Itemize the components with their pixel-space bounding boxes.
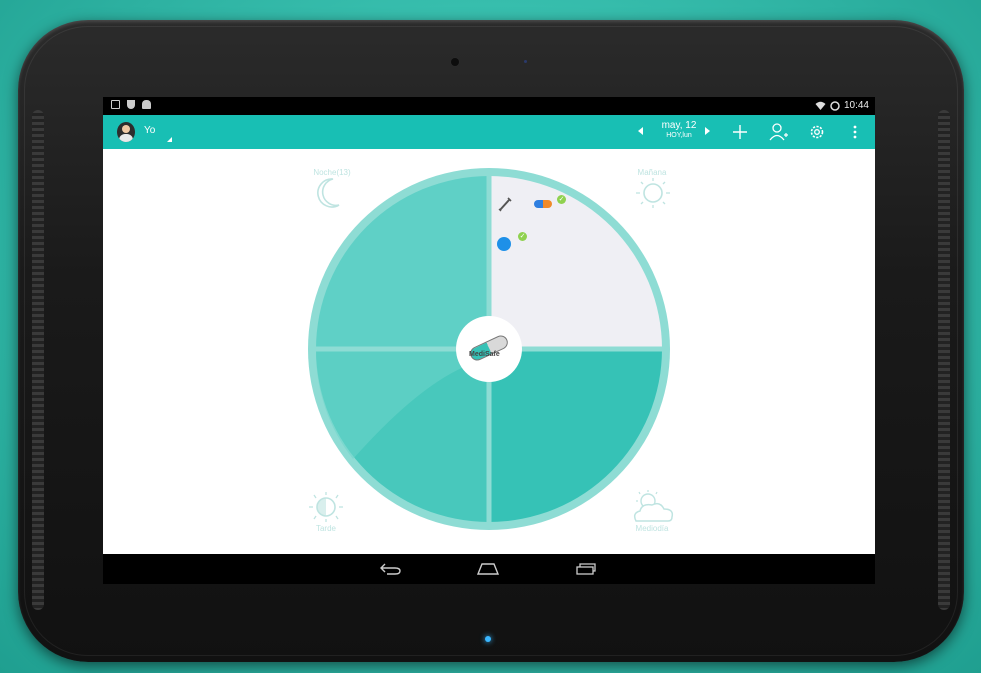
add-person-button[interactable] xyxy=(768,121,790,143)
evening-label: Tarde xyxy=(315,524,336,533)
moon-icon xyxy=(317,178,340,208)
home-button[interactable] xyxy=(476,561,500,577)
logo-text: MediSafe xyxy=(469,351,500,358)
nav-bar xyxy=(103,554,875,584)
date-label: may, 12 xyxy=(661,120,697,131)
syringe-icon[interactable] xyxy=(497,196,513,212)
screen: 10:44 Yo may, 12 HOY,lun MediSafe ✓ ✓ No… xyxy=(103,97,875,584)
settings-icon xyxy=(810,125,824,139)
light-sensor xyxy=(524,60,527,63)
round-pill-icon[interactable] xyxy=(497,237,511,251)
check-badge: ✓ xyxy=(557,195,566,204)
right-speaker-grille xyxy=(938,110,950,610)
back-button[interactable] xyxy=(378,561,402,577)
front-camera xyxy=(451,58,459,66)
date-sublabel: HOY,lun xyxy=(666,132,692,139)
wifi-icon xyxy=(815,101,826,110)
check-badge: ✓ xyxy=(518,232,527,241)
sun-icon xyxy=(636,178,670,208)
notification-led xyxy=(485,636,491,642)
recents-icon xyxy=(576,563,596,575)
user-name[interactable]: Yo xyxy=(144,125,155,136)
home-icon xyxy=(476,563,500,575)
status-time: 10:44 xyxy=(843,100,869,111)
app-bar: Yo may, 12 HOY,lun xyxy=(103,115,875,149)
night-label: Noche(13) xyxy=(313,168,351,177)
date-selector[interactable]: may, 12 HOY,lun xyxy=(634,120,724,144)
add-med-button[interactable] xyxy=(729,121,751,143)
overflow-menu-icon xyxy=(853,125,857,139)
image-icon xyxy=(111,100,120,109)
next-day-button[interactable] xyxy=(705,127,710,135)
recents-button[interactable] xyxy=(574,561,598,577)
morning-label: Mañana xyxy=(637,168,667,177)
sunset-icon xyxy=(309,492,343,522)
battery-icon xyxy=(830,100,840,111)
content-area: MediSafe ✓ ✓ Noche(13) Mañana Mediodía T… xyxy=(103,149,875,554)
user-dropdown-indicator[interactable] xyxy=(167,137,172,142)
shield-icon xyxy=(127,100,135,109)
left-speaker-grille xyxy=(32,110,44,610)
pill-logo-icon xyxy=(467,333,511,363)
add-person-icon xyxy=(769,123,788,141)
overflow-menu-button[interactable] xyxy=(844,121,866,143)
back-icon xyxy=(380,563,401,575)
capsule-icon[interactable] xyxy=(534,200,552,208)
status-bar: 10:44 xyxy=(103,97,875,115)
quadrant-night[interactable] xyxy=(316,176,489,349)
add-icon xyxy=(733,125,747,139)
medisafe-logo[interactable]: MediSafe xyxy=(465,333,513,363)
avatar[interactable] xyxy=(117,122,135,142)
noon-label: Mediodía xyxy=(635,524,669,533)
settings-button[interactable] xyxy=(806,121,828,143)
android-icon xyxy=(142,100,151,109)
sun-cloud-icon xyxy=(633,490,674,522)
